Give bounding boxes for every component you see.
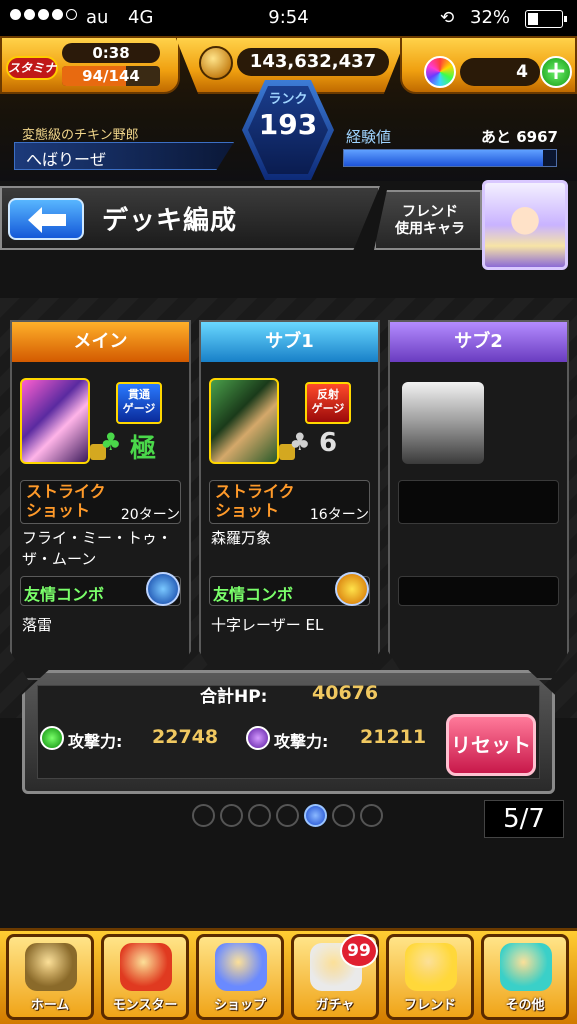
page-count: 5/7 <box>484 800 564 838</box>
map-icon <box>500 943 552 991</box>
strike-shot-turns: 20ターン <box>120 507 180 523</box>
strike-shot-turns: 16ターン <box>309 507 369 523</box>
page-dot[interactable] <box>220 804 243 827</box>
deck-slot-sub1[interactable]: サブ1 反射 ゲージ ♣ 6 ストライク ショット 16ターン 森羅万象 友情コンボ… <box>199 320 380 680</box>
monster-portrait[interactable] <box>209 378 279 464</box>
empty-skill-box <box>398 480 559 524</box>
clover-icon: ♣ <box>289 428 311 456</box>
friendship-combo-label: 友情コンボ <box>213 585 294 604</box>
coin-value: 143,632,437 <box>237 48 389 76</box>
deck-slot-sub2[interactable]: サブ2 <box>388 320 569 680</box>
player-name: へばりーぜ <box>26 150 107 169</box>
total-hp-value: 40676 <box>312 682 379 704</box>
page-dot[interactable] <box>192 804 215 827</box>
player-title: 変態級のチキン野郎 <box>22 128 139 143</box>
orb-icon <box>215 943 267 991</box>
strike-shot-name: 森羅万象 <box>211 529 272 547</box>
orb-value: 4 <box>460 58 540 86</box>
back-arrow-icon <box>28 207 66 233</box>
add-orb-button[interactable]: + <box>540 56 572 88</box>
slot-tab-sub2: サブ2 <box>390 322 567 362</box>
stamina-value: 94/144 <box>82 67 140 85</box>
dark-element-icon <box>246 726 270 750</box>
rank-value: 193 <box>258 108 318 141</box>
rotation-lock-icon: ⟲ <box>440 8 455 28</box>
home-icon <box>25 943 77 991</box>
empty-combo-box <box>398 576 559 606</box>
monster-portrait[interactable] <box>20 378 90 464</box>
nav-other-button[interactable]: その他 <box>481 934 569 1020</box>
attack-value-dark: 21211 <box>360 726 427 748</box>
orb-icon <box>424 56 456 88</box>
deck-page-indicator[interactable] <box>192 804 383 827</box>
rank-label: ランク <box>268 92 308 107</box>
strike-shot-label: ストライク ショット <box>26 482 106 520</box>
status-bar: au 4G 9:54 ⟲ 32% <box>0 0 577 36</box>
strike-shot-name: フライ・ミー・トゥ・ザ・ムーン <box>22 529 173 568</box>
battery-icon <box>525 10 567 28</box>
friends-icon <box>405 943 457 991</box>
stamina-label: スタミナ <box>6 56 58 80</box>
friend-character-label: フレンド 使用キャラ <box>395 204 465 237</box>
page-dot[interactable] <box>248 804 271 827</box>
attack-label: 攻撃力: <box>68 732 123 751</box>
ability-badge-pierce: 貫通 ゲージ <box>116 382 162 424</box>
page-dot[interactable] <box>276 804 299 827</box>
nav-friend-button[interactable]: フレンド <box>386 934 474 1020</box>
nav-home-button[interactable]: ホーム <box>6 934 94 1020</box>
luck-value: 6 <box>319 428 338 458</box>
luck-value: 極 <box>130 434 157 464</box>
top-hud: スタミナ 0:38 94/144 143,632,437 4 + ランク 193… <box>0 36 577 181</box>
attack-value-wood: 22748 <box>152 726 219 748</box>
friend-character-portrait[interactable] <box>482 180 568 270</box>
friendship-combo-name: 十字レーザー EL <box>211 616 324 634</box>
strike-shot-label: ストライク ショット <box>215 482 295 520</box>
attack-label: 攻撃力: <box>274 732 329 751</box>
monster-icon <box>120 943 172 991</box>
nav-monster-button[interactable]: モンスター <box>101 934 189 1020</box>
gacha-count-badge: 99 <box>340 934 378 968</box>
empty-slot-placeholder[interactable] <box>402 382 484 464</box>
exp-label: 経験値 <box>346 128 392 146</box>
page-dot[interactable] <box>304 804 327 827</box>
orb-panel: 4 + <box>400 36 577 94</box>
reset-button[interactable]: リセット <box>446 714 536 776</box>
stamina-timer: 0:38 <box>62 43 160 63</box>
slot-tab-main: メイン <box>12 322 189 362</box>
ability-badge-reflect: 反射 ゲージ <box>305 382 351 424</box>
lightning-combo-icon <box>146 572 180 606</box>
exp-bar <box>343 149 557 167</box>
nav-shop-button[interactable]: ショップ <box>196 934 284 1020</box>
back-button[interactable] <box>8 198 84 240</box>
friendship-combo-name: 落雷 <box>22 616 53 634</box>
page-dot[interactable] <box>360 804 383 827</box>
page-title: デッキ編成 <box>102 206 238 236</box>
stamina-panel[interactable]: スタミナ 0:38 94/144 <box>0 36 180 94</box>
cross-laser-combo-icon <box>335 572 369 606</box>
deck-slot-main[interactable]: メイン 貫通 ゲージ ♣ 極 ストライク ショット 20ターン フライ・ミー・トゥ・… <box>10 320 191 680</box>
slot-tab-sub1: サブ1 <box>201 322 378 362</box>
exp-remaining: あと 6967 <box>481 128 558 146</box>
clover-icon: ♣ <box>100 428 122 456</box>
friendship-combo-label: 友情コンボ <box>24 585 105 604</box>
total-hp-label: 合計HP: <box>200 687 268 707</box>
wood-element-icon <box>40 726 64 750</box>
page-dot[interactable] <box>332 804 355 827</box>
battery-percent: 32% <box>470 7 511 28</box>
coin-icon <box>199 46 233 80</box>
